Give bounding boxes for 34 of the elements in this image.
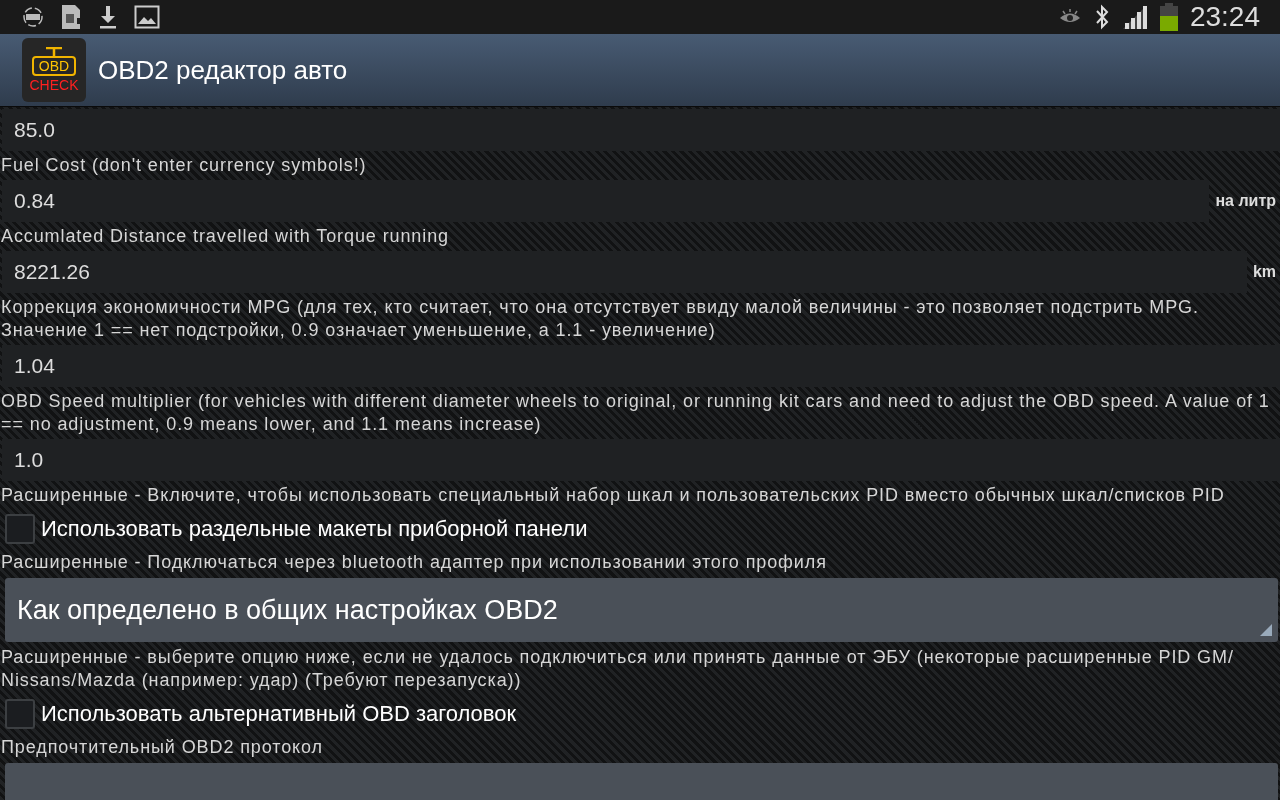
unit-label: на литр [1214,192,1277,210]
setting-description: Расширенные - Включите, чтобы использовать специальный набор шкал и пользовательских PID вместо обычных шкал/списков PID [0,484,1226,507]
image-icon [134,5,160,29]
input-field[interactable]: 0.84 [2,180,1210,222]
input-field[interactable]: 8221.26 [2,251,1247,293]
setting-description: Коррекция экономичности MPG (для тех, кто считает, что она отсутствует ввиду малой величины - это позволяет подстрить MPG. Значение 1 == нет подстройки, 0.9 означает уменьшение, а 1.1 - увеличение) [0,296,1200,342]
clock-time: 23:24 [1189,1,1260,33]
setting-description: Fuel Cost (don't enter currency symbols!) [0,154,368,177]
logo-text: CHECK [29,75,79,94]
setting-description: Расширенные - Подключаться через bluetooth адаптер при использовании этого профиля [0,551,828,574]
dropdown[interactable]: Как определено в общих настройках OBD2 [5,578,1278,642]
setting-description: Accumlated Distance travelled with Torque running [0,225,450,248]
sd-card-icon [60,4,82,30]
setting-description: Расширенные - выберите опцию ниже, если не удалось подключиться или принять данные от ЭБУ (некоторые расширенные PID GM/ Nissans/Mazda (например: удар) (Требуют перезапуска)) [0,646,1235,692]
input-field[interactable]: 1.0 [2,439,1280,481]
signal-icon [1121,5,1148,29]
app-logo[interactable]: OBD CHECK [22,38,86,102]
checkbox-label: Использовать раздельные макеты приборной панели [41,516,588,542]
logo-text: OBD [31,55,77,76]
checkbox[interactable] [5,514,35,544]
unit-label: km [1251,263,1277,281]
dropdown-corner-icon [1260,624,1272,636]
checkbox[interactable] [5,699,35,729]
engine-cap-icon [44,46,64,56]
battery-icon [1159,3,1178,31]
checkbox-label: Использовать альтернативный OBD заголовок [41,701,517,727]
setting-description: Предпочтительный OBD2 протокол [0,736,324,759]
obd-icon [22,6,44,28]
input-field[interactable]: 1.04 [2,345,1280,387]
input-field[interactable]: 85.0 [2,109,1280,151]
bluetooth-icon [1093,4,1110,30]
setting-description: OBD Speed multiplier (for vehicles with different diameter wheels to original, or running kit cars and need to adjust the OBD speed. A value of 1 == no adjustment, 0.9 means lower, and 1.1 means increase) [0,390,1271,436]
download-icon [98,5,118,29]
app-title: OBD2 редактор авто [98,54,348,86]
